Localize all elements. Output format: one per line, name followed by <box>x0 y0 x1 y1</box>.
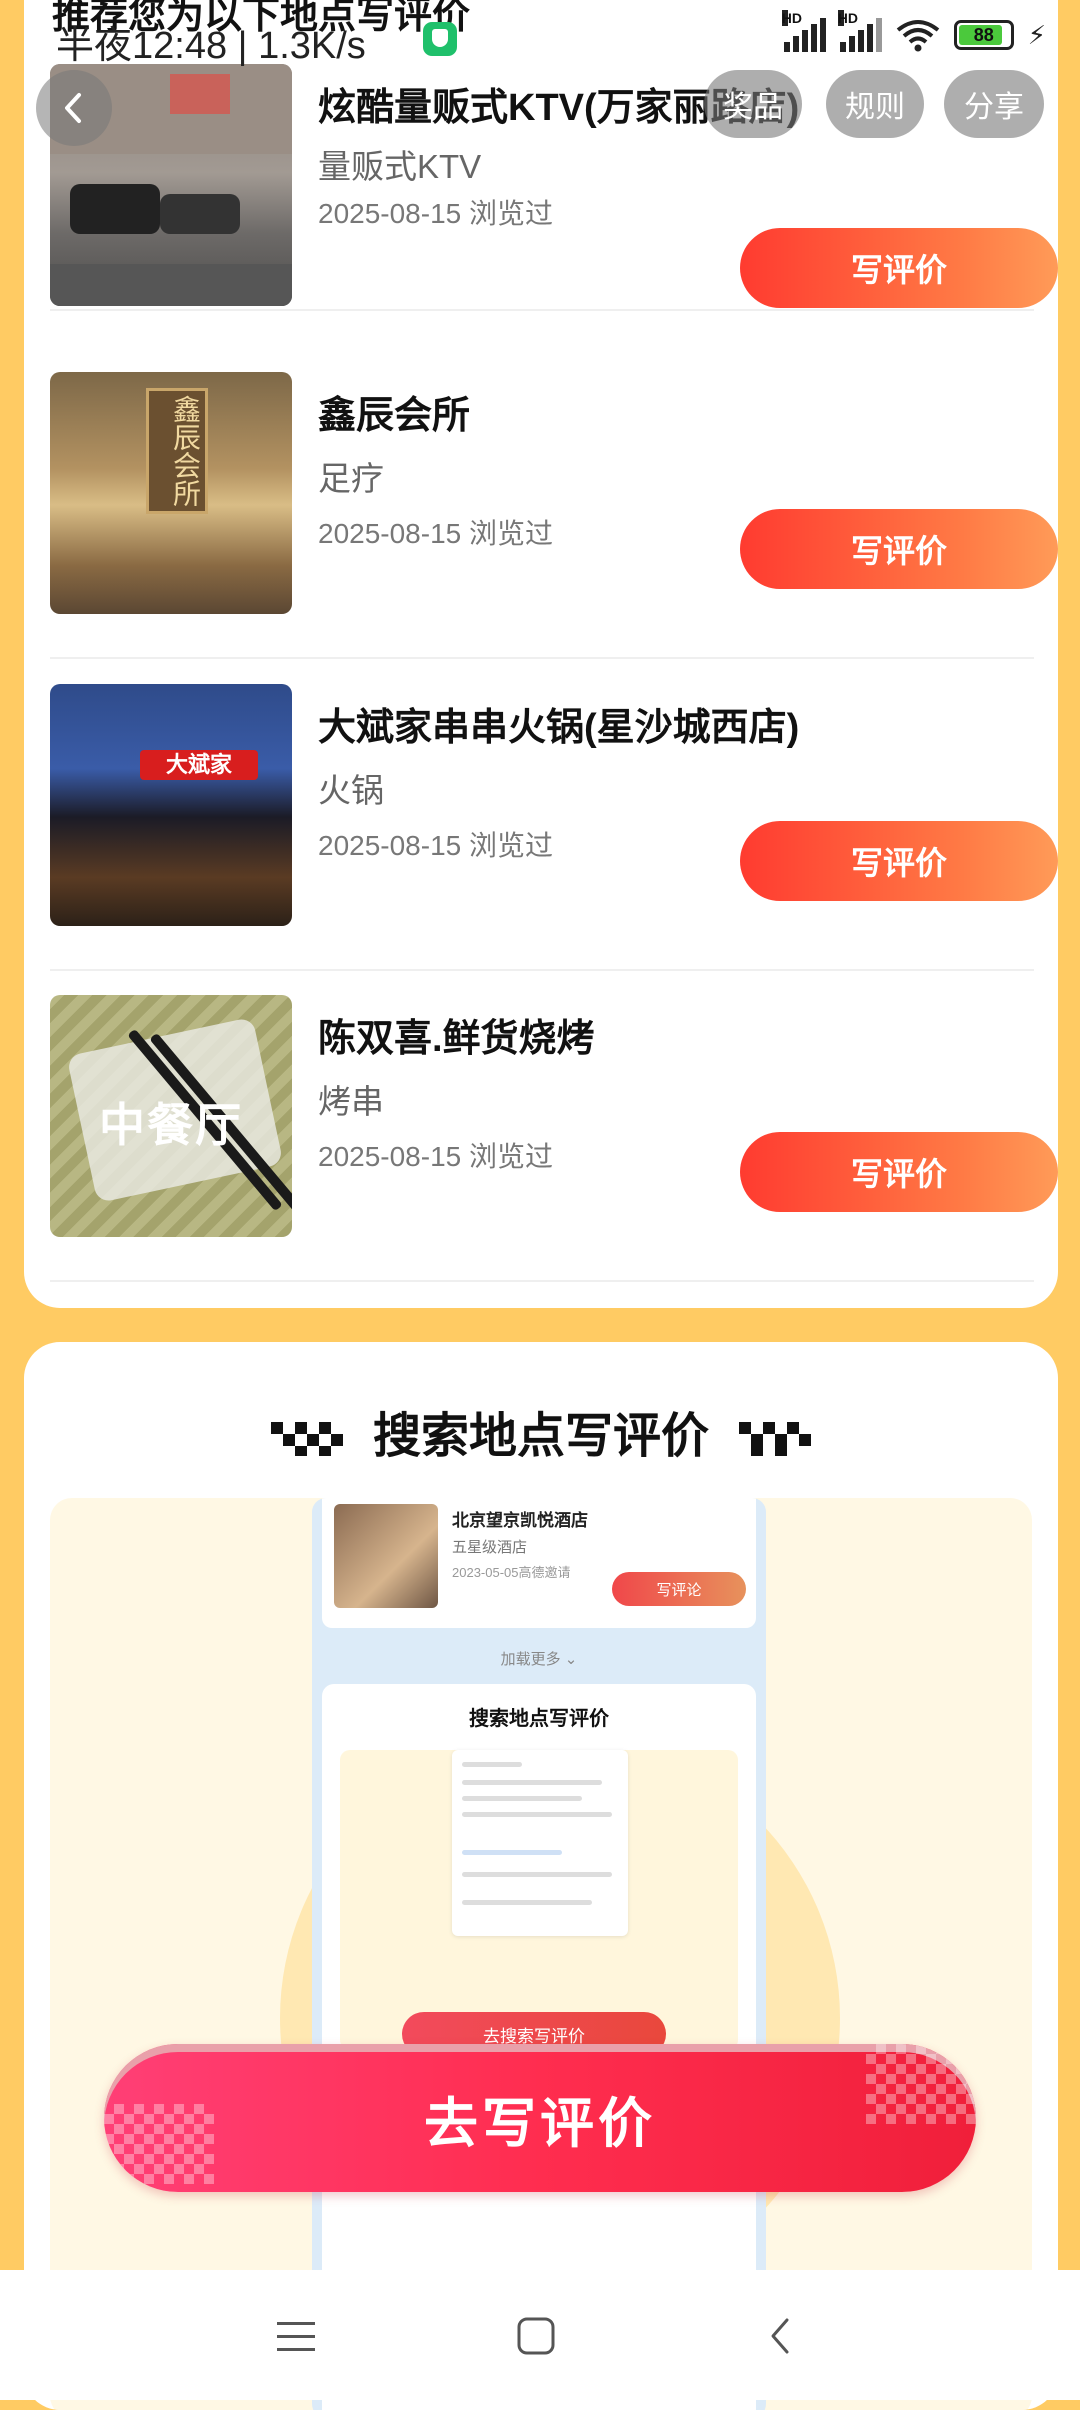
place-category: 烤串 <box>318 1083 384 1120</box>
chevron-left-icon <box>65 93 81 123</box>
list-item[interactable]: 鑫辰会所 鑫辰会所 足疗 2025-08-15 浏览过 写评价 <box>50 348 1058 659</box>
back-button[interactable] <box>36 70 112 146</box>
checker-decoration-icon <box>739 1422 811 1457</box>
rules-button[interactable]: 规则 <box>826 70 924 138</box>
menu-button[interactable] <box>266 2306 326 2366</box>
write-review-button[interactable]: 写评价 <box>740 1132 1058 1212</box>
recommended-list-card: 炫酷量贩式KTV(万家丽路店) 量贩式KTV 2025-08-15 浏览过 写评… <box>24 0 1058 1308</box>
section-title-text: 搜索地点写评价 <box>369 1396 713 1466</box>
write-review-button[interactable]: 写评价 <box>740 821 1058 901</box>
mockup-load-more-text: 加载更多 <box>500 1651 561 1668</box>
signal-icon: HD <box>837 10 882 52</box>
mockup-mini-screen <box>452 1750 628 1936</box>
battery-level: 88 <box>973 25 994 45</box>
place-photo: 中餐厅 <box>50 995 292 1237</box>
checker-pattern <box>866 2044 976 2124</box>
go-write-review-button[interactable]: 去写评价 <box>104 2044 976 2192</box>
browse-date: 2025-08-15 浏览过 <box>318 198 554 229</box>
mockup-place-category: 五星级酒店 <box>452 1539 528 1556</box>
browse-date: 2025-08-15 浏览过 <box>318 830 554 861</box>
place-photo: 大斌家 <box>50 684 292 926</box>
list-item[interactable]: 中餐厅 陈双喜.鲜货烧烤 烤串 2025-08-15 浏览过 写评价 <box>50 971 1058 1282</box>
cta-label: 去写评价 <box>424 2093 656 2154</box>
list-item[interactable]: 大斌家 大斌家串串火锅(星沙城西店) 火锅 2025-08-15 浏览过 写评价 <box>50 660 1058 971</box>
status-bar: 半夜12:48 | 1.3K/s HD HD 88 ⚡ <box>0 0 1080 80</box>
checker-decoration-icon <box>270 1422 343 1457</box>
prize-button[interactable]: 奖品 <box>704 70 802 138</box>
share-button[interactable]: 分享 <box>944 70 1044 138</box>
section-title: 搜索地点写评价 <box>24 1396 1058 1466</box>
mockup-search-title: 搜索地点写评价 <box>469 1708 609 1730</box>
vpn-shield-icon <box>423 22 457 56</box>
home-button[interactable] <box>506 2306 566 2366</box>
system-nav-bar <box>0 2270 1080 2400</box>
place-name: 鑫辰会所 <box>318 395 471 437</box>
mockup-place-date: 2023-05-05高德邀请 <box>452 1565 571 1580</box>
status-time: 半夜12:48 | 1.3K/s <box>56 25 366 67</box>
mockup-inner-preview <box>340 1750 738 2050</box>
write-review-button[interactable]: 写评价 <box>740 228 1058 308</box>
status-icons: HD HD 88 ⚡ <box>781 10 1046 52</box>
place-category: 量贩式KTV <box>318 148 482 185</box>
wifi-icon <box>896 20 939 52</box>
battery-icon: 88 <box>953 20 1014 50</box>
mockup-place-card: 北京望京凯悦酒店 五星级酒店 2023-05-05高德邀请 写评论 <box>322 1498 756 1628</box>
place-photo: 鑫辰会所 <box>50 372 292 614</box>
place-category: 火锅 <box>318 772 384 809</box>
browse-date: 2025-08-15 浏览过 <box>318 518 554 549</box>
signal-icon: HD <box>781 10 826 52</box>
menu-icon <box>277 2322 315 2351</box>
back-chevron-icon <box>771 2318 789 2354</box>
checker-pattern <box>104 2104 214 2184</box>
placeholder-category-label: 中餐厅 <box>99 1099 243 1151</box>
shop-sign: 鑫辰会所 <box>146 388 208 514</box>
browse-date: 2025-08-15 浏览过 <box>318 1141 554 1172</box>
place-name: 陈双喜.鲜货烧烤 <box>318 1018 595 1060</box>
shop-sign: 大斌家 <box>140 750 258 780</box>
mockup-photo <box>334 1504 438 1608</box>
search-review-card: 搜索地点写评价 北京望京凯悦酒店 五星级酒店 2023-05-05高德邀请 写评… <box>24 1342 1058 2410</box>
charging-icon: ⚡ <box>1027 19 1046 50</box>
home-square-icon <box>517 2317 555 2355</box>
mockup-place-name: 北京望京凯悦酒店 <box>452 1511 588 1530</box>
mockup-comment-button: 写评论 <box>612 1572 746 1606</box>
mockup-load-more: 加载更多 ⌄ <box>500 1651 578 1668</box>
back-nav-button[interactable] <box>750 2306 810 2366</box>
place-name: 大斌家串串火锅(星沙城西店) <box>318 707 800 749</box>
place-category: 足疗 <box>318 460 384 497</box>
write-review-button[interactable]: 写评价 <box>740 509 1058 589</box>
